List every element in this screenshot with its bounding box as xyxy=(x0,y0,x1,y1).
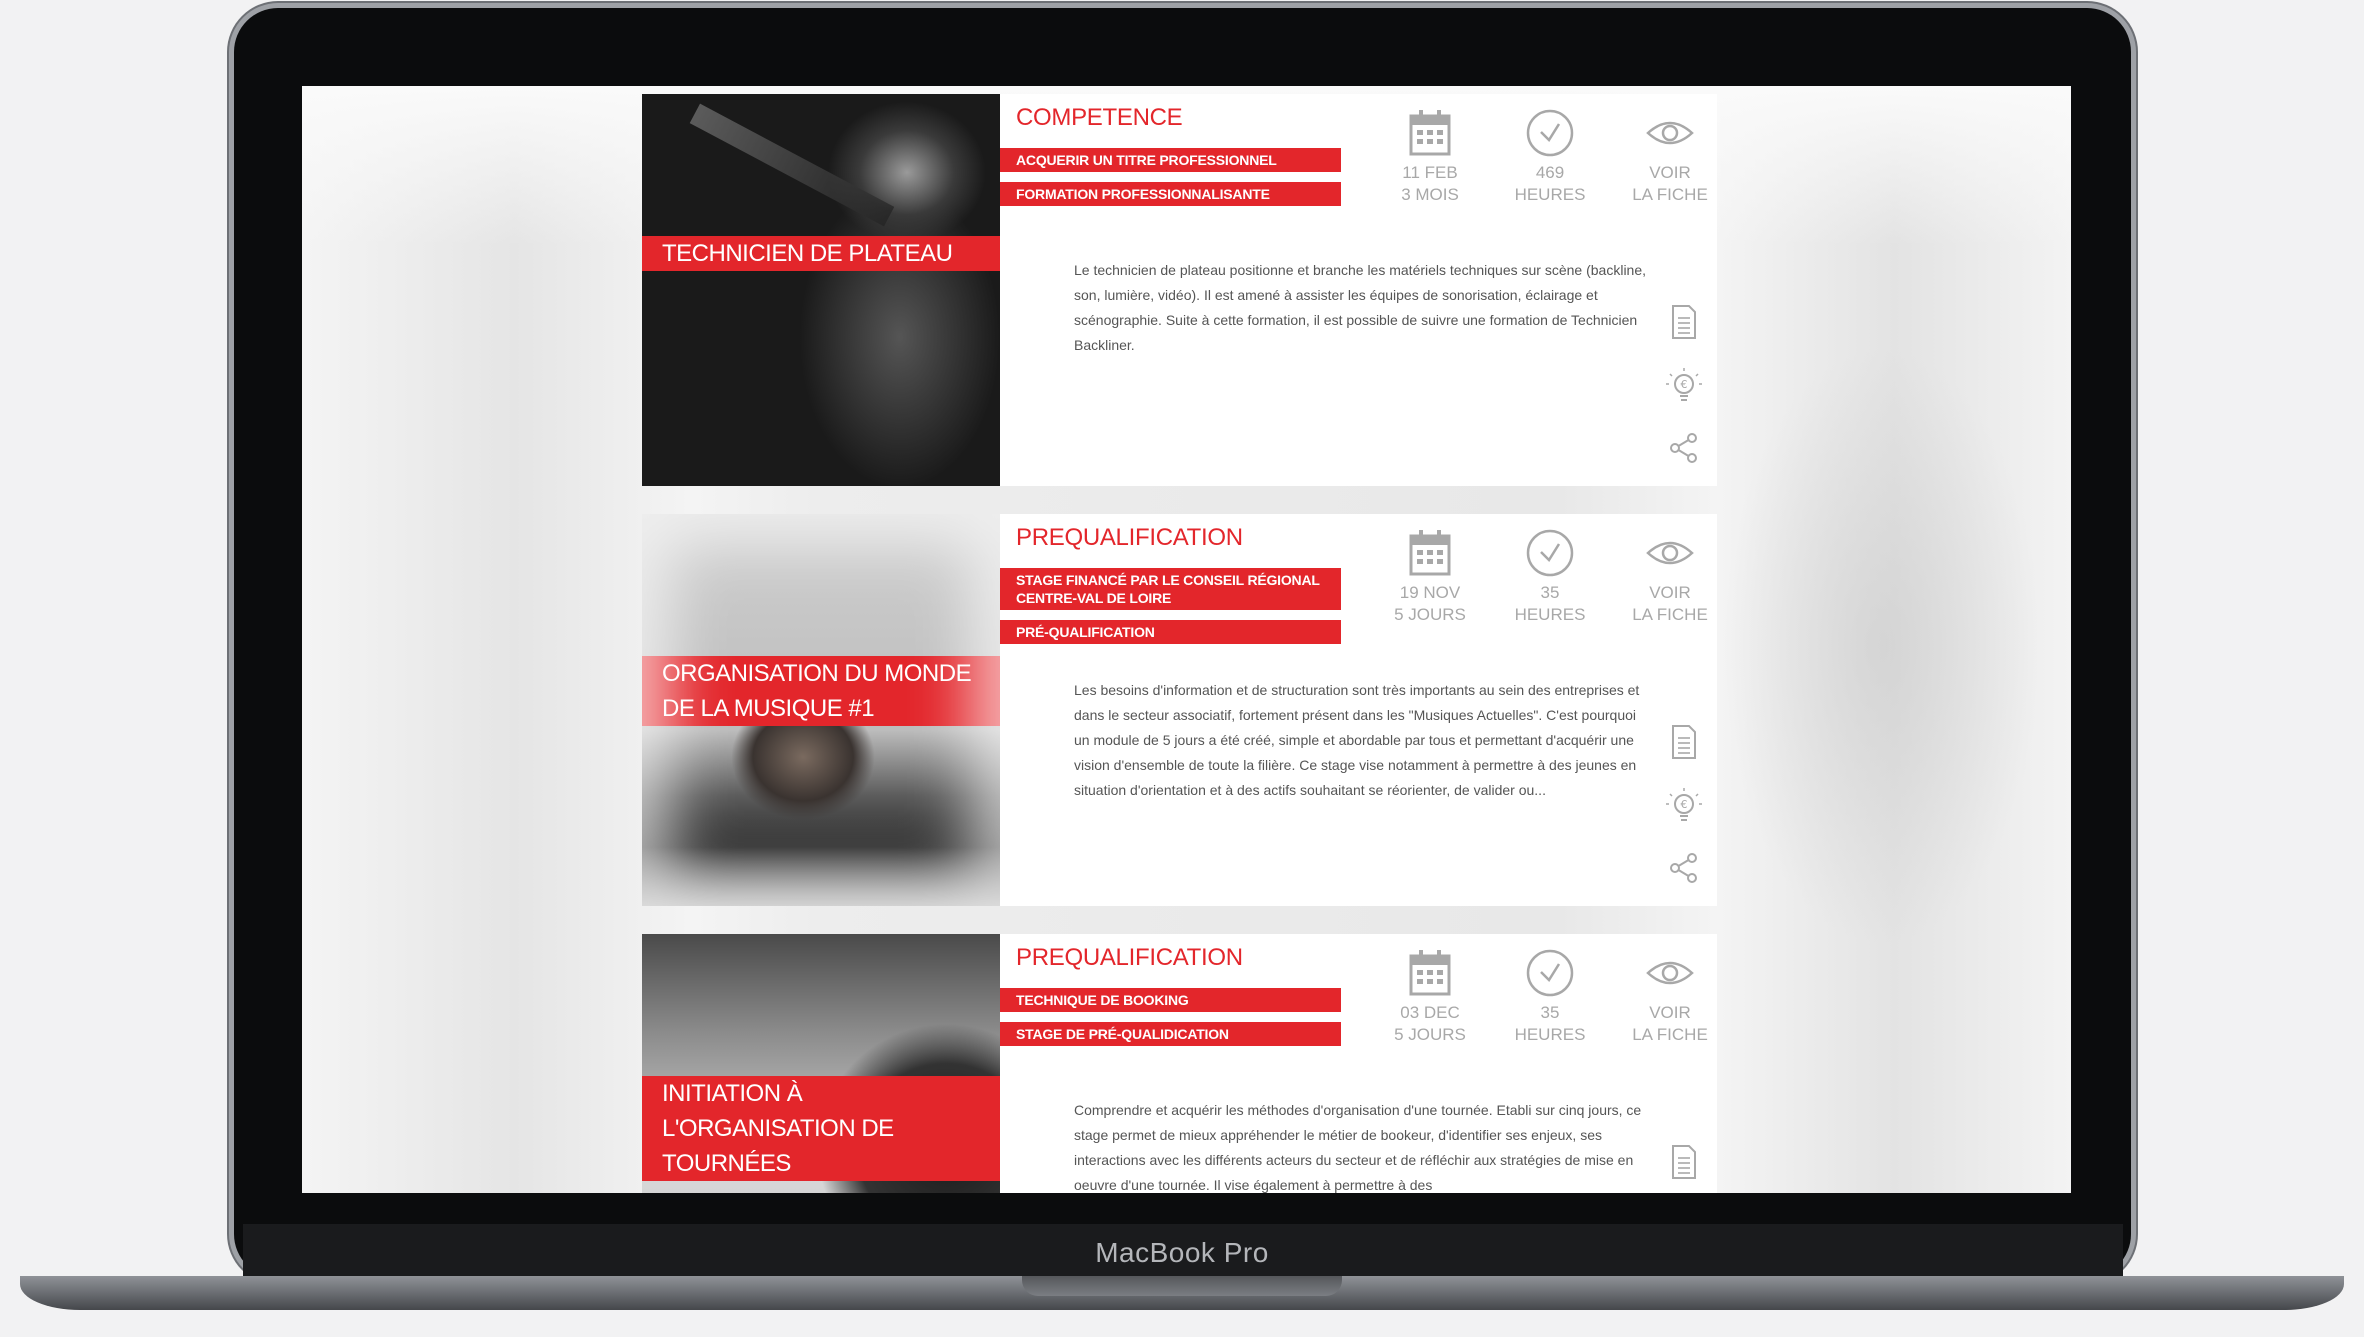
course-category: PREQUALIFICATION xyxy=(1016,524,1243,551)
meta-hours: 35 HEURES xyxy=(1490,528,1610,626)
share-icon[interactable] xyxy=(1668,432,1700,464)
funding-bulb-icon[interactable]: € xyxy=(1664,366,1704,406)
browser-viewport: TECHNICIEN DE PLATEAU COMPETENCE ACQUERI… xyxy=(302,86,2071,1193)
course-tag: TECHNIQUE DE BOOKING xyxy=(1000,988,1341,1012)
course-tag: ACQUERIR UN TITRE PROFESSIONNEL xyxy=(1000,148,1341,172)
date-text: 11 FEB xyxy=(1402,163,1458,182)
calendar-icon xyxy=(1409,530,1451,576)
view-label-1[interactable]: VOIR xyxy=(1610,582,1730,604)
hours-label: HEURES xyxy=(1514,605,1586,624)
course-meta: 11 FEB 3 MOIS 469 HEURES VOIR LA FICHE xyxy=(1370,108,1730,206)
funding-bulb-icon[interactable]: € xyxy=(1664,786,1704,826)
course-title[interactable]: INITIATION À L'ORGANISATION DE TOURNÉES xyxy=(642,1076,1000,1181)
view-sheet-link[interactable]: VOIR LA FICHE xyxy=(1610,948,1730,1046)
calendar-icon xyxy=(1409,950,1451,996)
share-icon[interactable] xyxy=(1668,852,1700,884)
course-category: COMPETENCE xyxy=(1016,104,1183,131)
view-label-2[interactable]: LA FICHE xyxy=(1610,604,1730,626)
course-category: PREQUALIFICATION xyxy=(1016,944,1243,971)
course-title[interactable]: TECHNICIEN DE PLATEAU xyxy=(642,236,1000,271)
meta-hours: 35 HEURES xyxy=(1490,948,1610,1046)
meta-date: 11 FEB 3 MOIS xyxy=(1370,108,1490,206)
clock-icon xyxy=(1526,949,1574,997)
course-card[interactable]: TECHNICIEN DE PLATEAU COMPETENCE ACQUERI… xyxy=(642,94,1717,486)
view-label-1[interactable]: VOIR xyxy=(1610,162,1730,184)
course-card[interactable]: ORGANISATION DU MONDE DE LA MUSIQUE #1 P… xyxy=(642,514,1717,906)
course-photo[interactable]: TECHNICIEN DE PLATEAU xyxy=(642,94,1000,486)
hours-value: 35 xyxy=(1540,1003,1560,1022)
date-text: 19 NOV xyxy=(1399,583,1461,602)
meta-date: 03 DEC 5 JOURS xyxy=(1370,948,1490,1046)
view-label-1[interactable]: VOIR xyxy=(1610,1002,1730,1024)
course-actions xyxy=(1663,1144,1705,1193)
eye-icon xyxy=(1646,961,1694,985)
eye-icon xyxy=(1646,541,1694,565)
duration-text: 3 MOIS xyxy=(1401,185,1459,204)
document-icon[interactable] xyxy=(1670,304,1698,340)
course-photo[interactable]: ORGANISATION DU MONDE DE LA MUSIQUE #1 xyxy=(642,514,1000,906)
course-tags: TECHNIQUE DE BOOKING STAGE DE PRÉ-QUALID… xyxy=(1000,988,1341,1056)
document-icon[interactable] xyxy=(1670,724,1698,760)
hours-value: 469 xyxy=(1535,163,1565,182)
course-meta: 03 DEC 5 JOURS 35 HEURES VOIR LA FICHE xyxy=(1370,948,1730,1046)
course-card[interactable]: INITIATION À L'ORGANISATION DE TOURNÉES … xyxy=(642,934,1717,1193)
hours-label: HEURES xyxy=(1514,1025,1586,1044)
course-title[interactable]: ORGANISATION DU MONDE DE LA MUSIQUE #1 xyxy=(642,656,1000,726)
course-tag: FORMATION PROFESSIONNALISANTE xyxy=(1000,182,1341,206)
hours-value: 35 xyxy=(1540,583,1560,602)
clock-icon xyxy=(1526,529,1574,577)
meta-date: 19 NOV 5 JOURS xyxy=(1370,528,1490,626)
duration-text: 5 JOURS xyxy=(1394,605,1466,624)
meta-hours: 469 HEURES xyxy=(1490,108,1610,206)
course-tag: STAGE FINANCÉ PAR LE CONSEIL RÉGIONAL CE… xyxy=(1000,568,1341,610)
document-icon[interactable] xyxy=(1670,1144,1698,1180)
view-label-2[interactable]: LA FICHE xyxy=(1610,1024,1730,1046)
calendar-icon xyxy=(1409,110,1451,156)
view-sheet-link[interactable]: VOIR LA FICHE xyxy=(1610,108,1730,206)
device-brand-label: MacBook Pro xyxy=(1095,1237,1269,1268)
view-sheet-link[interactable]: VOIR LA FICHE xyxy=(1610,528,1730,626)
course-actions: € xyxy=(1663,304,1705,490)
course-tags: STAGE FINANCÉ PAR LE CONSEIL RÉGIONAL CE… xyxy=(1000,568,1341,654)
svg-text:€: € xyxy=(1681,798,1688,811)
laptop-notch xyxy=(1022,1276,1342,1296)
date-text: 03 DEC xyxy=(1400,1003,1460,1022)
svg-text:€: € xyxy=(1681,378,1688,391)
course-tag: PRÉ-QUALIFICATION xyxy=(1000,620,1341,644)
hours-label: HEURES xyxy=(1514,185,1586,204)
view-label-2[interactable]: LA FICHE xyxy=(1610,184,1730,206)
clock-icon xyxy=(1526,109,1574,157)
course-actions: € xyxy=(1663,724,1705,910)
course-photo[interactable]: INITIATION À L'ORGANISATION DE TOURNÉES xyxy=(642,934,1000,1193)
course-description: Les besoins d'information et de structur… xyxy=(1074,682,1640,798)
course-tags: ACQUERIR UN TITRE PROFESSIONNEL FORMATIO… xyxy=(1000,148,1341,216)
duration-text: 5 JOURS xyxy=(1394,1025,1466,1044)
course-tag: STAGE DE PRÉ-QUALIDICATION xyxy=(1000,1022,1341,1046)
course-description: Le technicien de plateau positionne et b… xyxy=(1074,262,1647,353)
eye-icon xyxy=(1646,121,1694,145)
course-description: Comprendre et acquérir les méthodes d'or… xyxy=(1074,1102,1642,1193)
course-meta: 19 NOV 5 JOURS 35 HEURES VOIR LA FICHE xyxy=(1370,528,1730,626)
course-list: TECHNICIEN DE PLATEAU COMPETENCE ACQUERI… xyxy=(642,94,1717,1193)
